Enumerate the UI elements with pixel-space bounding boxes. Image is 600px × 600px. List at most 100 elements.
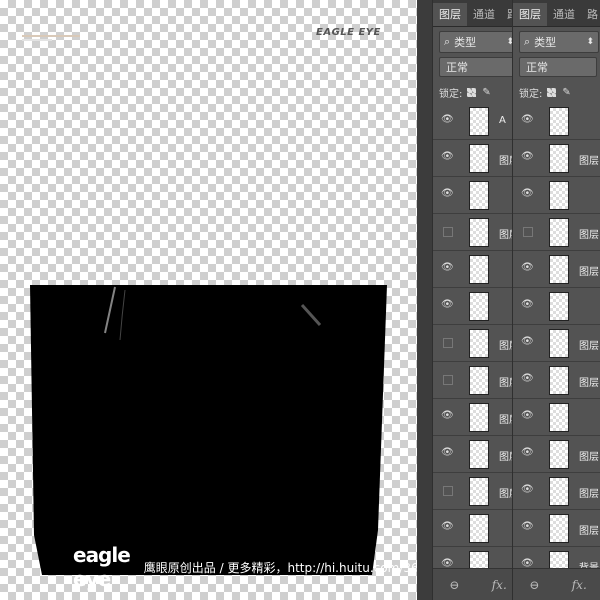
eye-icon[interactable]: 👁 xyxy=(441,411,454,421)
layer-thumbnail xyxy=(549,514,569,543)
eye-icon[interactable]: 👁 xyxy=(441,263,454,273)
eye-icon[interactable]: 👁 xyxy=(521,189,534,199)
eye-icon[interactable]: 👁 xyxy=(521,263,534,273)
layer-list: 👁👁图层👁图层👁图层👁👁图层👁图层👁👁图层👁图层👁图层👁背景 xyxy=(513,103,600,584)
visibility-toggle-off[interactable] xyxy=(443,486,453,496)
eye-icon[interactable]: 👁 xyxy=(521,300,534,310)
visibility-toggle-off[interactable] xyxy=(443,227,453,237)
layer-row[interactable]: 👁 xyxy=(513,177,600,214)
layer-row[interactable]: 👁 xyxy=(433,288,523,325)
eye-icon[interactable]: 👁 xyxy=(441,189,454,199)
tab-layers[interactable]: 图层 xyxy=(513,3,547,26)
layer-thumbnail xyxy=(549,440,569,469)
kind-filter-select[interactable]: ⌕ 类型 ⬍ xyxy=(439,31,519,53)
eye-icon[interactable]: 👁 xyxy=(441,522,454,532)
lock-transparent-icon[interactable] xyxy=(467,87,477,97)
lock-row: 锁定: ✎ xyxy=(519,85,600,100)
layer-row[interactable]: 👁 图层 xyxy=(433,399,523,436)
layer-row[interactable]: 图层 xyxy=(433,362,523,399)
layer-row[interactable]: 👁 图层 xyxy=(513,140,600,177)
layer-row[interactable]: 👁 图层 xyxy=(433,436,523,473)
eye-icon[interactable]: 👁 xyxy=(441,559,454,569)
layer-row[interactable]: 👁 xyxy=(513,399,600,436)
layer-row[interactable]: 图层 xyxy=(513,214,600,251)
brand-title: EAGLE EYE xyxy=(316,27,381,38)
blend-mode-select[interactable]: 正常 xyxy=(519,57,597,77)
panel-gutter xyxy=(417,0,432,600)
lock-label: 锁定: xyxy=(439,88,463,100)
visibility-toggle-off[interactable] xyxy=(523,227,533,237)
panel-tabs: 图层 通道 路 xyxy=(433,0,523,27)
eye-icon[interactable]: 👁 xyxy=(441,115,454,125)
tab-paths[interactable]: 路 xyxy=(581,3,600,26)
layer-name: 图层 xyxy=(579,489,599,500)
panel-footer: ⊖ fx. xyxy=(513,568,600,600)
eye-icon[interactable]: 👁 xyxy=(521,559,534,569)
layer-name: 图层 xyxy=(579,267,599,278)
eye-icon[interactable]: 👁 xyxy=(441,152,454,162)
eye-icon[interactable]: 👁 xyxy=(521,374,534,384)
visibility-toggle-off[interactable] xyxy=(443,338,453,348)
layer-row[interactable]: 👁 图层 xyxy=(433,140,523,177)
layer-name: 图层 xyxy=(579,452,599,463)
tab-channels[interactable]: 通道 xyxy=(547,3,581,26)
kind-filter-label: 类型 xyxy=(534,36,557,49)
shopping-bag-shape xyxy=(30,285,387,575)
layers-panel-1: 图层 通道 路 ⌕ 类型 ⬍ 正常 锁定: ✎ 👁A👁图层👁图层👁👁图层图层👁图… xyxy=(432,0,523,600)
blend-mode-select[interactable]: 正常 xyxy=(439,57,517,77)
document-canvas[interactable]: EAGLE EYE eagle eye 鹰眼原创出品 / 更多精彩，http:/… xyxy=(0,0,430,600)
layer-thumbnail xyxy=(549,107,569,136)
layer-name: A xyxy=(499,115,506,126)
layer-name: 图层 xyxy=(579,341,599,352)
lock-brush-icon[interactable]: ✎ xyxy=(482,87,490,98)
fx-icon[interactable]: fx. xyxy=(492,578,507,592)
layer-thumbnail xyxy=(469,514,489,543)
layer-thumbnail xyxy=(549,366,569,395)
eye-icon[interactable]: 👁 xyxy=(521,411,534,421)
eye-icon[interactable]: 👁 xyxy=(441,300,454,310)
layer-row[interactable]: 👁 xyxy=(513,288,600,325)
watermark: eagle eye 鹰眼原创出品 / 更多精彩，http://hi.huitu.… xyxy=(73,543,430,591)
layer-thumbnail xyxy=(469,329,489,358)
kind-filter-label: 类型 xyxy=(454,36,477,49)
kind-filter-select[interactable]: ⌕ 类型 ⬍ xyxy=(519,31,599,53)
layer-row[interactable]: 👁 xyxy=(433,177,523,214)
eye-icon[interactable]: 👁 xyxy=(521,152,534,162)
fx-icon[interactable]: fx. xyxy=(572,578,587,592)
layer-name: 图层 xyxy=(579,156,599,167)
search-icon: ⌕ xyxy=(524,35,531,48)
lock-brush-icon[interactable]: ✎ xyxy=(562,87,570,98)
layer-thumbnail xyxy=(549,181,569,210)
eye-icon[interactable]: 👁 xyxy=(441,448,454,458)
link-icon[interactable]: ⊖ xyxy=(449,578,459,592)
layer-row[interactable]: 👁 xyxy=(513,103,600,140)
layer-thumbnail xyxy=(469,403,489,432)
lock-transparent-icon[interactable] xyxy=(547,87,557,97)
layer-row[interactable]: 👁 图层 xyxy=(513,362,600,399)
layer-row[interactable]: 图层 xyxy=(433,214,523,251)
eye-icon[interactable]: 👁 xyxy=(521,522,534,532)
layer-row[interactable]: 图层 xyxy=(433,325,523,362)
tab-channels[interactable]: 通道 xyxy=(467,3,501,26)
search-icon: ⌕ xyxy=(444,35,451,48)
layer-row[interactable]: 图层 xyxy=(433,473,523,510)
eye-icon[interactable]: 👁 xyxy=(521,115,534,125)
eye-icon[interactable]: 👁 xyxy=(521,337,534,347)
layer-name: 图层 xyxy=(579,378,599,389)
layer-row[interactable]: 👁 A xyxy=(433,103,523,140)
eye-icon[interactable]: 👁 xyxy=(521,448,534,458)
tab-layers[interactable]: 图层 xyxy=(433,3,467,26)
visibility-toggle-off[interactable] xyxy=(443,375,453,385)
layer-row[interactable]: 👁 图层 xyxy=(513,436,600,473)
link-icon[interactable]: ⊖ xyxy=(529,578,539,592)
eye-icon[interactable]: 👁 xyxy=(521,485,534,495)
layer-thumbnail xyxy=(469,181,489,210)
layer-row[interactable]: 👁 xyxy=(433,510,523,547)
layer-row[interactable]: 👁 图层 xyxy=(513,510,600,547)
layer-row[interactable]: 👁 图层 xyxy=(513,325,600,362)
layer-row[interactable]: 👁 图层 xyxy=(513,251,600,288)
layer-row[interactable]: 👁 xyxy=(433,251,523,288)
layer-thumbnail xyxy=(549,218,569,247)
layer-row[interactable]: 👁 图层 xyxy=(513,473,600,510)
panel-tabs: 图层 通道 路 xyxy=(513,0,600,27)
